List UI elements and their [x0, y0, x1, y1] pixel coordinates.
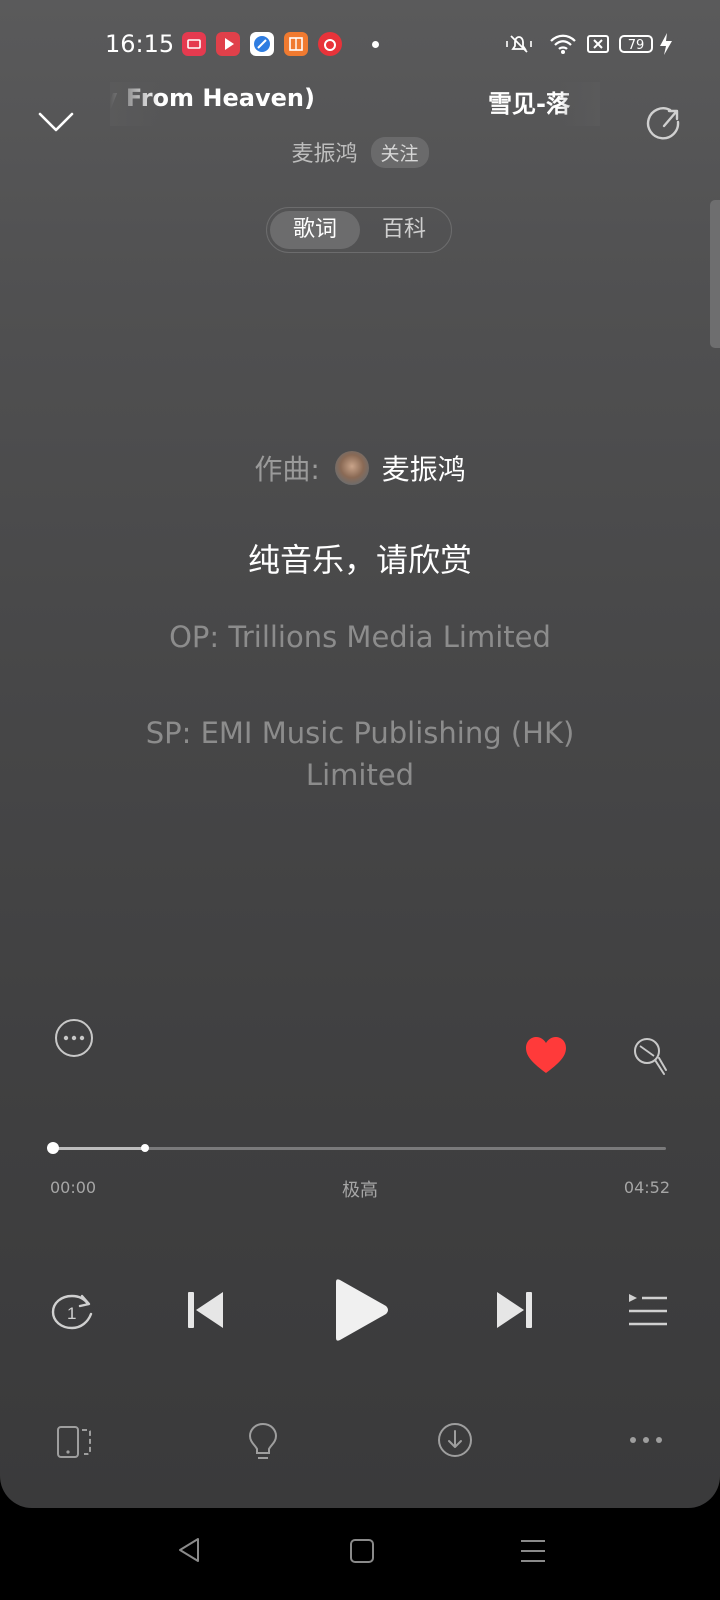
more-button[interactable]: [628, 1432, 664, 1452]
lyric-line-current: 纯音乐，请欣赏: [247, 541, 472, 579]
microphone-icon: [634, 1038, 667, 1075]
browser-app-icon: [250, 32, 274, 56]
battery-icon: 79: [619, 35, 653, 53]
previous-button[interactable]: [188, 1292, 224, 1332]
play-icon: [336, 1279, 388, 1341]
chevron-down-icon: [38, 112, 74, 132]
back-triangle-icon: [179, 1538, 199, 1562]
progress-thumb[interactable]: [47, 1142, 59, 1154]
next-button[interactable]: [496, 1292, 532, 1332]
netease-music-icon: [318, 32, 342, 56]
song-title-marquee: ry From Heaven) 雪见-落: [110, 82, 600, 126]
tips-button[interactable]: [248, 1422, 278, 1466]
buffer-marker: [140, 1144, 149, 1152]
status-bar: 16:15 79: [0, 26, 720, 66]
more-options-button[interactable]: [53, 1017, 95, 1063]
menu-lines-icon: [521, 1540, 545, 1562]
heart-icon: [526, 1037, 566, 1073]
scrollbar[interactable]: [710, 200, 720, 348]
home-button[interactable]: [349, 1538, 375, 1568]
sing-along-button[interactable]: [630, 1036, 670, 1084]
playlist-icon: [629, 1294, 667, 1326]
total-time: 04:52: [623, 1178, 670, 1197]
lightbulb-icon: [248, 1422, 278, 1459]
artist-name[interactable]: 麦振鸿: [291, 142, 357, 167]
back-button[interactable]: [176, 1536, 204, 1568]
lyric-line-op: OP: Trillions Media Limited: [169, 620, 551, 654]
progress-buffered: [53, 1147, 145, 1150]
more-notifications-dot: [372, 41, 379, 48]
reader-app-icon: [284, 32, 308, 56]
mute-icon: [504, 32, 534, 60]
like-button[interactable]: [524, 1035, 568, 1079]
recents-button[interactable]: [520, 1538, 546, 1568]
repeat-one-button[interactable]: 1: [50, 1292, 96, 1336]
composer-name[interactable]: 麦振鸿: [382, 453, 466, 486]
composer-credit: 作曲: 麦振鸿: [0, 448, 720, 488]
tab-lyrics[interactable]: 歌词: [270, 211, 360, 249]
playlist-button[interactable]: [628, 1292, 668, 1332]
download-button[interactable]: [436, 1421, 474, 1463]
status-time: 16:15: [105, 30, 175, 58]
device-output-button[interactable]: [56, 1424, 92, 1464]
collapse-button[interactable]: [38, 110, 74, 138]
audio-quality[interactable]: 极高: [0, 1176, 720, 1202]
player-screen: 16:15 79 ry From Heaven) 雪见-落 麦振鸿 关注 歌词 …: [0, 0, 720, 1508]
song-title-repeat: 雪见-落: [488, 90, 570, 118]
follow-button[interactable]: 关注: [370, 136, 429, 168]
more-horizontal-icon: [630, 1437, 662, 1443]
wifi-icon: [549, 32, 577, 60]
screen-record-icon: [182, 32, 206, 56]
phone-cast-icon: [57, 1426, 91, 1458]
video-app-icon: [216, 32, 240, 56]
home-square-icon: [350, 1539, 374, 1563]
tab-wiki[interactable]: 百科: [359, 211, 449, 249]
svg-text:1: 1: [67, 1304, 76, 1323]
sim-blocked-icon: [586, 32, 610, 60]
charging-icon: [659, 32, 673, 60]
skip-previous-icon: [188, 1292, 223, 1328]
lyrics-wiki-tabs: 歌词 百科: [266, 207, 452, 253]
system-navigation-bar: [0, 1508, 720, 1600]
repeat-one-icon: 1: [51, 1294, 93, 1330]
avatar[interactable]: [334, 451, 369, 485]
download-icon: [438, 1423, 472, 1457]
artist-row: 麦振鸿 关注: [0, 136, 720, 168]
lyric-line-sp: SP: EMI Music Publishing (HK) Limited: [145, 716, 575, 792]
composer-label: 作曲:: [254, 453, 320, 486]
play-button[interactable]: [332, 1278, 390, 1346]
more-circle-icon: [55, 1019, 93, 1057]
skip-next-icon: [497, 1292, 532, 1328]
